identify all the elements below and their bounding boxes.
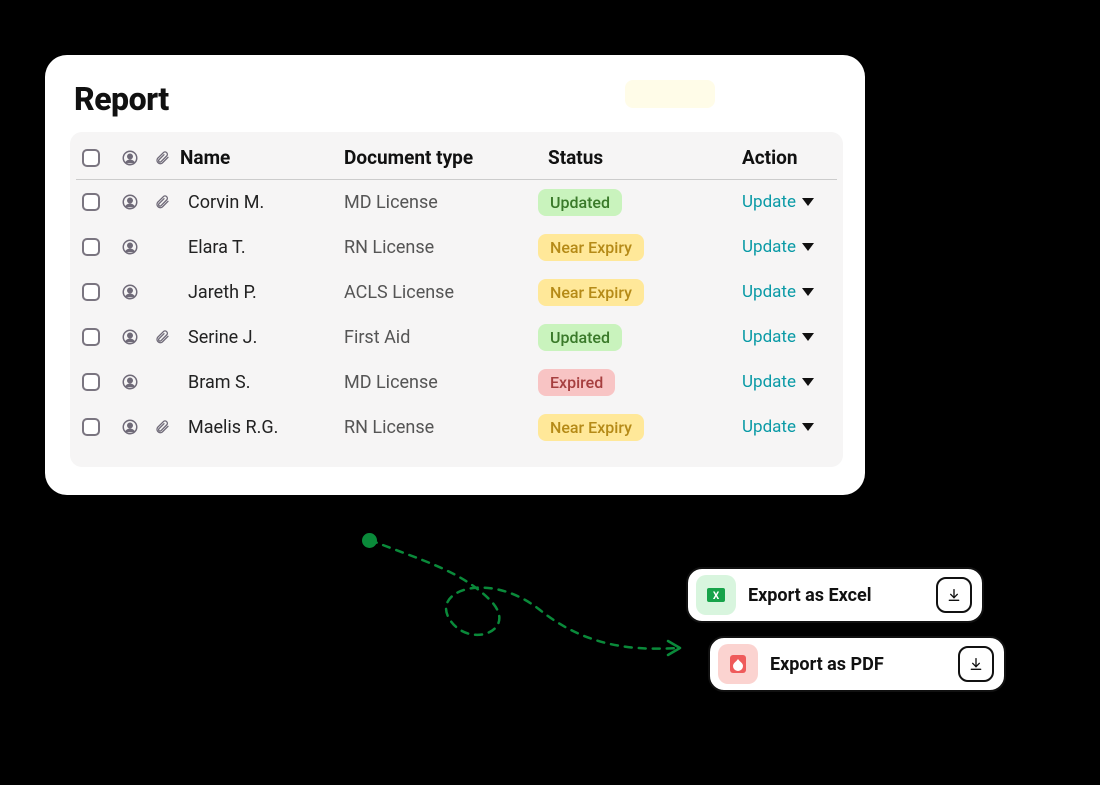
chevron-down-icon[interactable] (802, 378, 814, 386)
attachment-icon (148, 419, 176, 435)
person-icon (116, 283, 144, 301)
doc-cell: MD License (344, 192, 534, 213)
status-cell: Expired (538, 369, 708, 396)
update-button[interactable]: Update (742, 372, 796, 392)
name-cell: Maelis R.G. (180, 417, 340, 438)
status-badge: Updated (538, 189, 622, 216)
person-icon (116, 328, 144, 346)
row-checkbox[interactable] (82, 193, 100, 211)
person-icon (116, 238, 144, 256)
table-header: Name Document type Status Action (76, 136, 837, 180)
action-cell: Update (712, 417, 831, 437)
action-cell: Update (712, 282, 831, 302)
status-badge: Near Expiry (538, 234, 644, 261)
doc-cell: MD License (344, 372, 534, 393)
table-row: Corvin M.MD LicenseUpdated Update (76, 180, 837, 224)
name-cell: Bram S. (180, 372, 340, 393)
doc-cell: ACLS License (344, 282, 534, 303)
table-row: Jareth P.ACLS LicenseNear Expiry Update (76, 270, 837, 314)
doc-cell: RN License (344, 237, 534, 258)
update-button[interactable]: Update (742, 192, 796, 212)
flow-start-dot (362, 533, 377, 548)
report-card: Report Name Document type Status Action … (45, 55, 865, 495)
excel-icon: X (696, 575, 736, 615)
header-chip (625, 80, 715, 108)
person-icon (116, 149, 144, 167)
action-cell: Update (712, 372, 831, 392)
row-checkbox[interactable] (82, 328, 100, 346)
chevron-down-icon[interactable] (802, 243, 814, 251)
row-checkbox[interactable] (82, 418, 100, 436)
status-badge: Near Expiry (538, 279, 644, 306)
status-cell: Updated (538, 189, 708, 216)
export-excel-button[interactable]: X Export as Excel (686, 567, 984, 623)
person-icon (116, 418, 144, 436)
attachment-icon (148, 329, 176, 345)
export-excel-label: Export as Excel (748, 585, 924, 606)
table-row: Maelis R.G.RN LicenseNear Expiry Update (76, 405, 837, 449)
table-row: Bram S.MD LicenseExpired Update (76, 360, 837, 404)
pdf-icon (718, 644, 758, 684)
person-icon (116, 373, 144, 391)
status-badge: Updated (538, 324, 622, 351)
action-cell: Update (712, 192, 831, 212)
status-cell: Near Expiry (538, 414, 708, 441)
table-row: Serine J.First AidUpdated Update (76, 315, 837, 359)
status-cell: Near Expiry (538, 234, 708, 261)
row-checkbox[interactable] (82, 373, 100, 391)
action-cell: Update (712, 237, 831, 257)
action-cell: Update (712, 327, 831, 347)
update-button[interactable]: Update (742, 417, 796, 437)
attachment-icon (148, 150, 176, 166)
row-checkbox[interactable] (82, 238, 100, 256)
export-pdf-button[interactable]: Export as PDF (708, 636, 1006, 692)
table-row: Elara T.RN LicenseNear Expiry Update (76, 225, 837, 269)
col-name: Name (180, 146, 340, 169)
download-icon (958, 646, 994, 682)
status-badge: Near Expiry (538, 414, 644, 441)
page-title: Report (74, 80, 843, 118)
update-button[interactable]: Update (742, 327, 796, 347)
doc-cell: RN License (344, 417, 534, 438)
svg-text:X: X (713, 591, 720, 602)
chevron-down-icon[interactable] (802, 288, 814, 296)
row-checkbox[interactable] (82, 283, 100, 301)
chevron-down-icon[interactable] (802, 423, 814, 431)
update-button[interactable]: Update (742, 282, 796, 302)
chevron-down-icon[interactable] (802, 198, 814, 206)
col-status: Status (538, 146, 708, 169)
name-cell: Elara T. (180, 237, 340, 258)
name-cell: Jareth P. (180, 282, 340, 303)
flow-arrow (360, 530, 720, 680)
status-cell: Near Expiry (538, 279, 708, 306)
status-badge: Expired (538, 369, 615, 396)
doc-cell: First Aid (344, 327, 534, 348)
export-pdf-label: Export as PDF (770, 654, 946, 675)
chevron-down-icon[interactable] (802, 333, 814, 341)
status-cell: Updated (538, 324, 708, 351)
download-icon (936, 577, 972, 613)
name-cell: Serine J. (180, 327, 340, 348)
attachment-icon (148, 194, 176, 210)
person-icon (116, 193, 144, 211)
select-all-checkbox[interactable] (82, 149, 100, 167)
col-action: Action (712, 146, 831, 169)
update-button[interactable]: Update (742, 237, 796, 257)
name-cell: Corvin M. (180, 192, 340, 213)
report-table: Name Document type Status Action Corvin … (70, 132, 843, 467)
col-doc: Document type (344, 146, 534, 169)
